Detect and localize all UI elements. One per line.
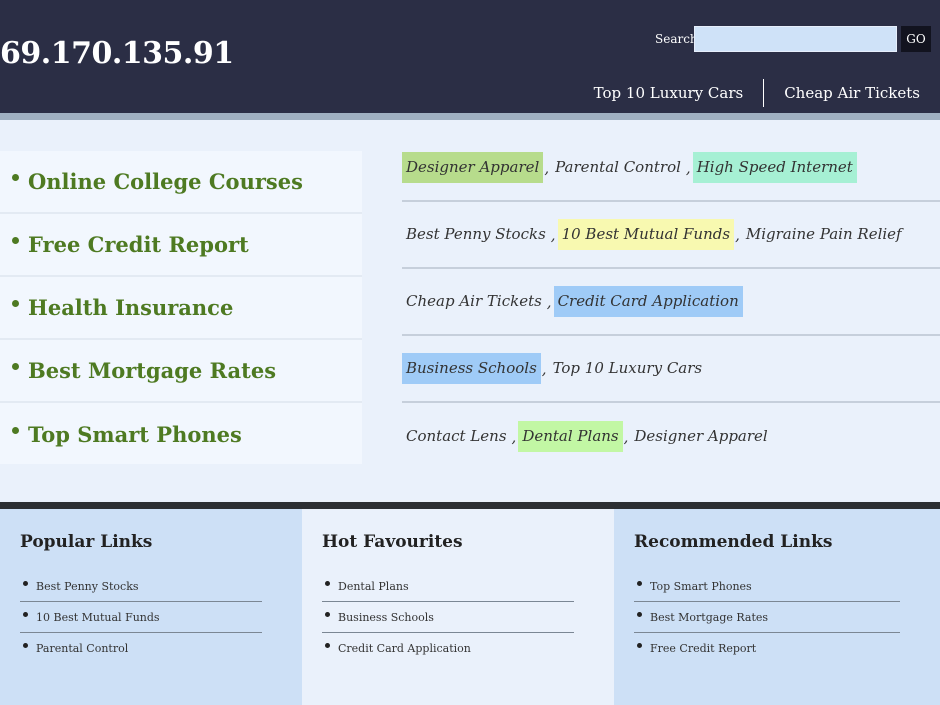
bullet-icon xyxy=(23,580,28,586)
header-divider xyxy=(0,113,940,120)
comma-separator: , xyxy=(546,292,552,311)
bullet-icon xyxy=(12,363,19,370)
related-searches: Designer Apparel, Parental Control, High… xyxy=(402,135,940,470)
footer-link[interactable]: Best Penny Stocks xyxy=(36,580,139,593)
list-item: Free Credit Report xyxy=(0,214,362,277)
list-item: Best Mortgage Rates xyxy=(634,602,900,633)
bullet-icon xyxy=(12,427,19,434)
bullet-icon xyxy=(23,643,28,648)
tag-link[interactable]: Migraine Pain Relief xyxy=(742,219,906,250)
bullet-icon xyxy=(12,174,19,181)
list-item: Online College Courses xyxy=(0,151,362,214)
list-item: Business Schools xyxy=(322,602,574,633)
footer-link-list: Best Penny Stocks 10 Best Mutual Funds P… xyxy=(20,571,262,664)
list-item: Best Mortgage Rates xyxy=(0,340,362,403)
featured-links: Online College Courses Free Credit Repor… xyxy=(0,151,362,464)
tag-link[interactable]: Credit Card Application xyxy=(553,286,743,317)
footer-column-recommended: Recommended Links Top Smart Phones Best … xyxy=(614,509,940,705)
bullet-icon xyxy=(637,580,642,586)
tag-row: Designer Apparel, Parental Control, High… xyxy=(402,135,940,202)
comma-separator: , xyxy=(685,158,691,177)
top-nav: Top 10 Luxury Cars Cheap Air Tickets xyxy=(574,78,940,108)
list-item: Health Insurance xyxy=(0,277,362,340)
footer-link[interactable]: Dental Plans xyxy=(338,580,409,593)
footer-column-title: Popular Links xyxy=(20,532,153,552)
comma-separator: , xyxy=(735,225,740,244)
tag-row: Business Schools, Top 10 Luxury Cars xyxy=(402,336,940,403)
featured-link[interactable]: Best Mortgage Rates xyxy=(28,358,276,383)
comma-separator: , xyxy=(511,427,517,446)
footer-column-title: Hot Favourites xyxy=(322,532,463,552)
comma-separator: , xyxy=(544,158,550,177)
featured-link[interactable]: Health Insurance xyxy=(28,295,233,320)
footer-link-list: Top Smart Phones Best Mortgage Rates Fre… xyxy=(634,571,900,664)
featured-link[interactable]: Top Smart Phones xyxy=(28,422,242,447)
footer-link[interactable]: Business Schools xyxy=(338,611,434,624)
tag-link[interactable]: Designer Apparel xyxy=(630,421,771,452)
footer-link[interactable]: Parental Control xyxy=(36,642,128,655)
tag-link[interactable]: Best Penny Stocks xyxy=(402,219,550,250)
footer-link[interactable]: 10 Best Mutual Funds xyxy=(36,611,160,624)
footer-divider xyxy=(0,502,940,509)
footer-link-list: Dental Plans Business Schools Credit Car… xyxy=(322,571,574,664)
tag-link[interactable]: Business Schools xyxy=(402,353,541,384)
tag-row: Contact Lens, Dental Plans, Designer App… xyxy=(402,403,940,470)
bullet-icon xyxy=(637,611,642,617)
list-item: Top Smart Phones xyxy=(0,403,362,466)
footer-link[interactable]: Best Mortgage Rates xyxy=(650,611,768,624)
comma-separator: , xyxy=(623,427,629,446)
site-title[interactable]: 69.170.135.91 xyxy=(0,36,234,71)
footer-link[interactable]: Free Credit Report xyxy=(650,642,756,655)
tag-link[interactable]: Dental Plans xyxy=(518,421,623,452)
bullet-icon xyxy=(12,300,19,307)
footer-link[interactable]: Credit Card Application xyxy=(338,642,471,655)
list-item: Top Smart Phones xyxy=(634,571,900,602)
search-input[interactable] xyxy=(694,26,897,52)
tag-link[interactable]: Parental Control xyxy=(551,152,685,183)
bullet-icon xyxy=(325,643,330,648)
list-item: Dental Plans xyxy=(322,571,574,602)
comma-separator: , xyxy=(550,225,556,244)
comma-separator: , xyxy=(541,359,547,378)
tag-link[interactable]: High Speed Internet xyxy=(692,152,857,183)
bullet-icon xyxy=(325,580,330,586)
tag-link[interactable]: Cheap Air Tickets xyxy=(402,286,546,317)
go-button[interactable]: GO xyxy=(901,26,931,52)
list-item: Credit Card Application xyxy=(322,633,574,664)
footer-column-popular: Popular Links Best Penny Stocks 10 Best … xyxy=(0,509,302,705)
bullet-icon xyxy=(637,643,642,648)
list-item: 10 Best Mutual Funds xyxy=(20,602,262,633)
search-label: Search xyxy=(655,32,698,46)
tag-link[interactable]: Designer Apparel xyxy=(402,152,544,183)
featured-link[interactable]: Online College Courses xyxy=(28,169,303,194)
site-header: 69.170.135.91 Search GO Top 10 Luxury Ca… xyxy=(0,0,940,113)
footer-column-hot: Hot Favourites Dental Plans Business Sch… xyxy=(302,509,614,705)
footer-link[interactable]: Top Smart Phones xyxy=(650,580,752,593)
footer-column-title: Recommended Links xyxy=(634,532,833,552)
nav-link-air-tickets[interactable]: Cheap Air Tickets xyxy=(764,78,940,108)
bullet-icon xyxy=(12,237,19,244)
list-item: Free Credit Report xyxy=(634,633,900,664)
list-item: Parental Control xyxy=(20,633,262,664)
tag-link[interactable]: Contact Lens xyxy=(402,421,511,452)
tag-link[interactable]: 10 Best Mutual Funds xyxy=(557,219,735,250)
tag-link[interactable]: Top 10 Luxury Cars xyxy=(549,353,707,384)
list-item: Best Penny Stocks xyxy=(20,571,262,602)
bullet-icon xyxy=(23,611,28,617)
featured-link[interactable]: Free Credit Report xyxy=(28,232,249,257)
bullet-icon xyxy=(325,611,330,617)
tag-row: Best Penny Stocks, 10 Best Mutual Funds,… xyxy=(402,202,940,269)
nav-link-luxury-cars[interactable]: Top 10 Luxury Cars xyxy=(574,78,764,108)
tag-row: Cheap Air Tickets, Credit Card Applicati… xyxy=(402,269,940,336)
